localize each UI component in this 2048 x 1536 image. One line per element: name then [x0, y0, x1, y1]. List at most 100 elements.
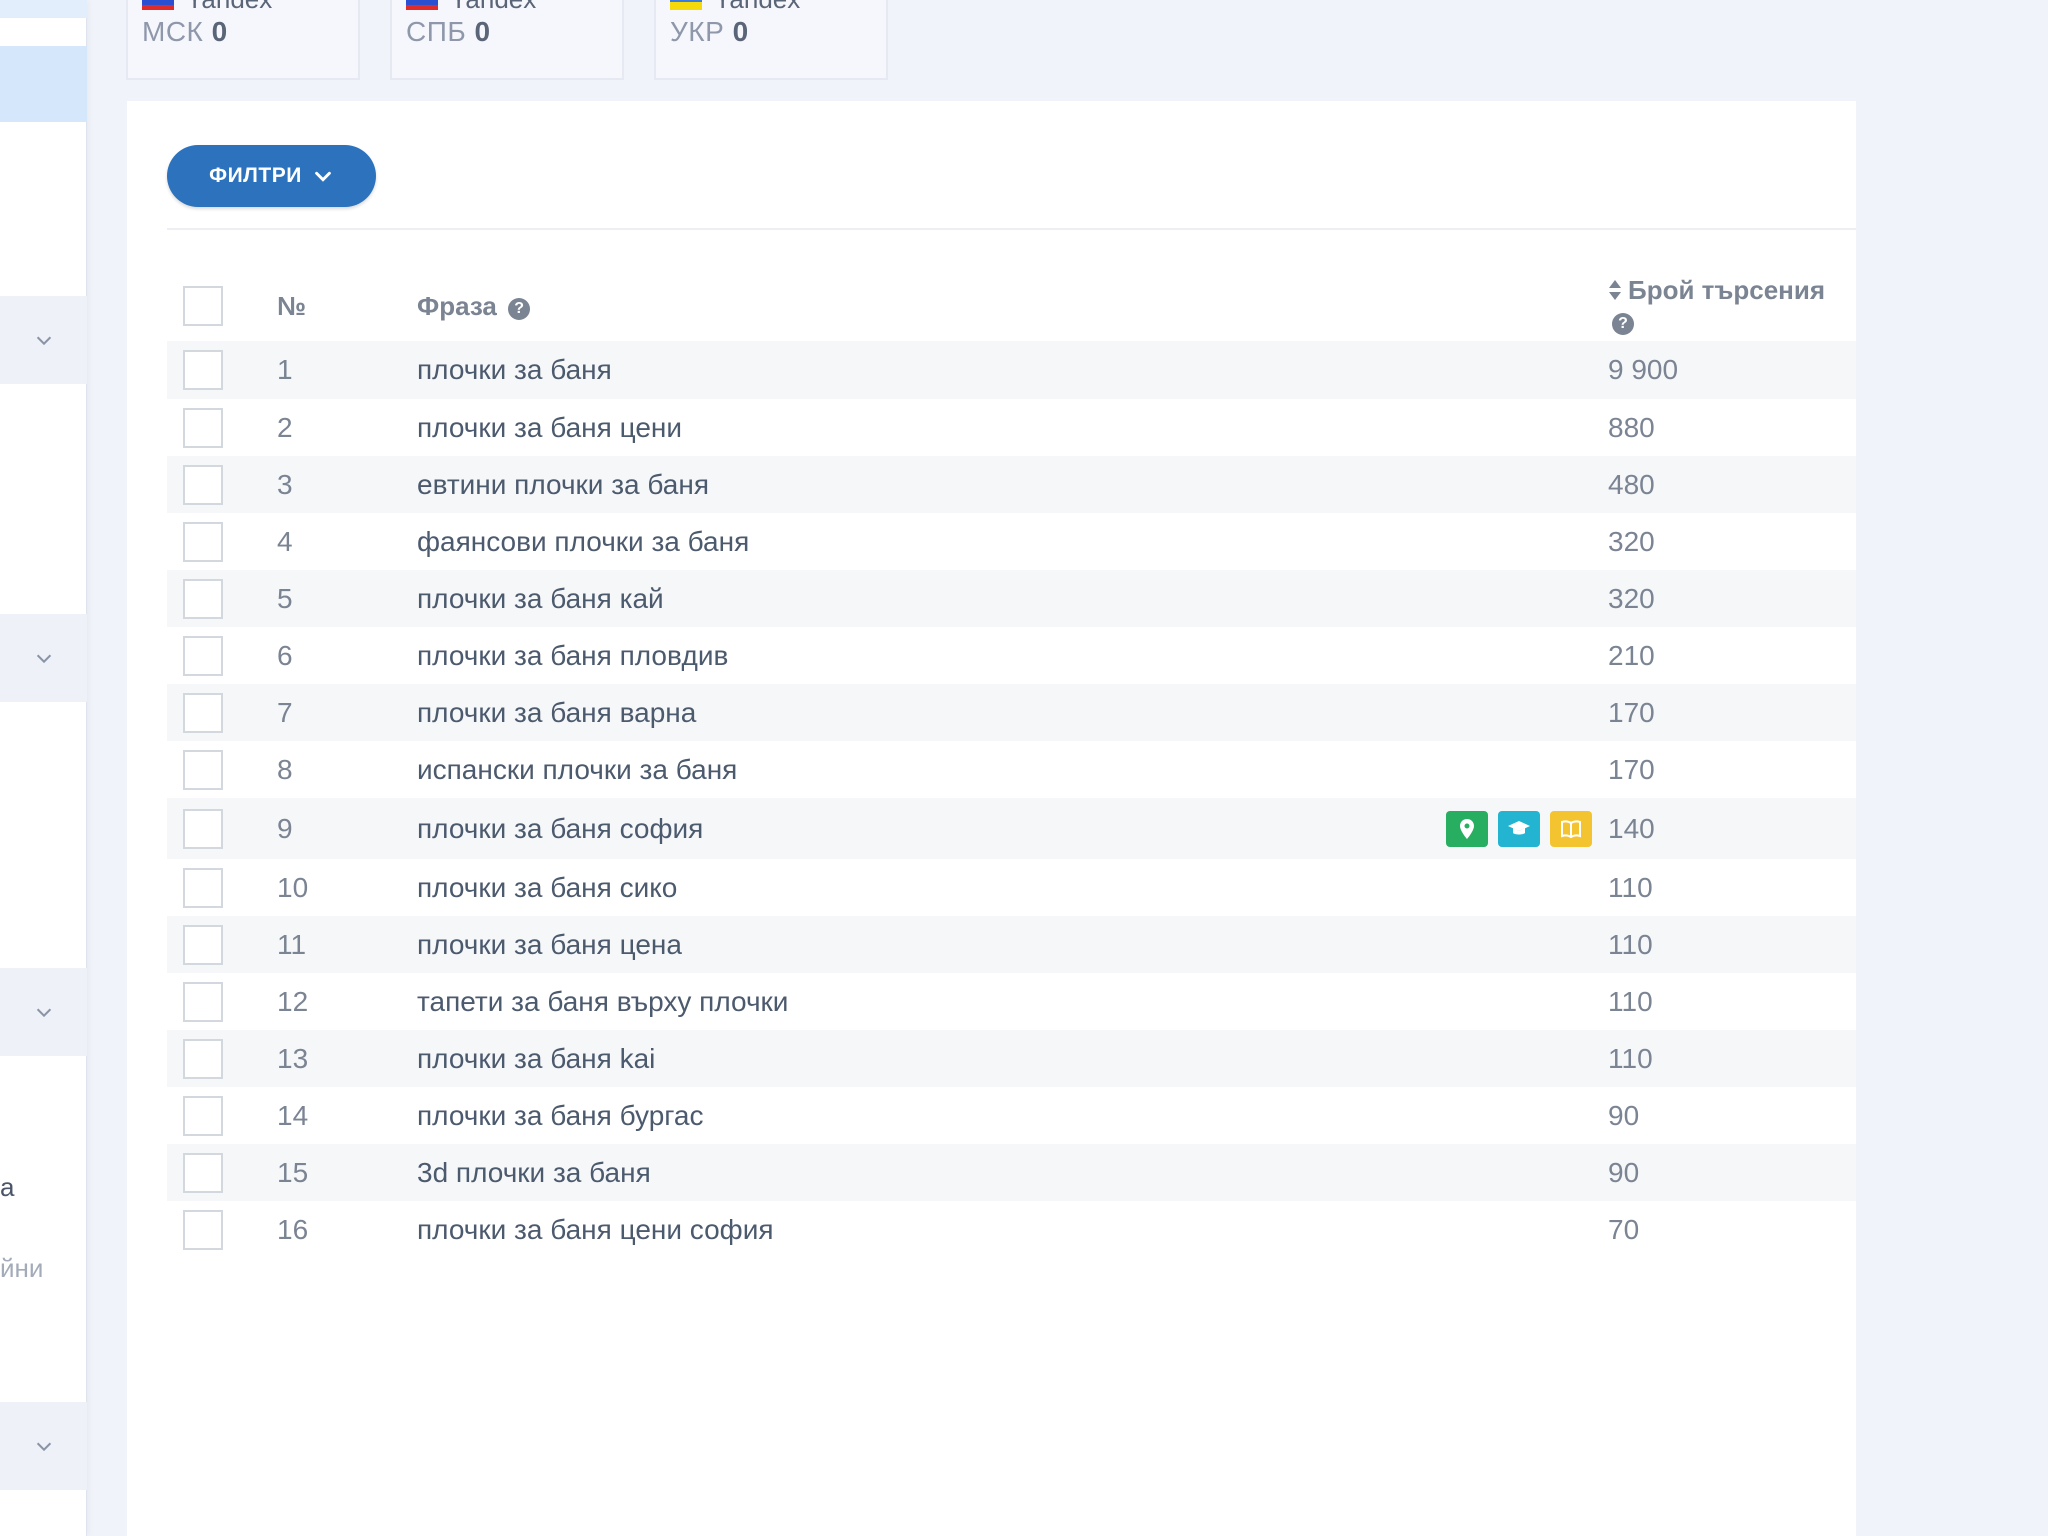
row-phrase[interactable]: испански плочки за баня — [417, 754, 1608, 786]
select-all-checkbox[interactable] — [183, 286, 223, 326]
table-row[interactable]: 11 плочки за баня цена 110 — [167, 916, 1856, 973]
sidebar-text-fragment[interactable]: а — [0, 1172, 14, 1203]
row-checkbox[interactable] — [183, 578, 223, 619]
row-phrase[interactable]: плочки за баня кай — [417, 583, 1608, 615]
row-phrase[interactable]: плочки за баня бургас — [417, 1100, 1608, 1132]
sidebar-item-active[interactable] — [0, 46, 87, 122]
sidebar-group-toggle-1[interactable] — [0, 296, 87, 384]
row-phrase-text: плочки за баня цени софия — [417, 1213, 774, 1245]
row-phrase[interactable]: плочки за баня цени софия — [417, 1214, 1608, 1246]
card-label: УКР 0 — [670, 16, 749, 47]
row-phrase[interactable]: плочки за баня варна — [417, 697, 1608, 729]
table-row[interactable]: 7 плочки за баня варна 170 — [167, 684, 1856, 741]
row-checkbox[interactable] — [183, 635, 223, 676]
row-phrase-text: плочки за баня варна — [417, 696, 697, 728]
row-search-count: 90 — [1608, 1156, 1640, 1188]
row-phrase[interactable]: плочки за баня пловдив — [417, 640, 1608, 672]
row-search-count: 480 — [1608, 468, 1655, 500]
row-checkbox[interactable] — [183, 464, 223, 505]
russia-flag-icon — [142, 0, 174, 10]
row-phrase-text: плочки за баня цени — [417, 411, 682, 443]
row-phrase-text: плочки за баня — [417, 354, 612, 385]
table-row[interactable]: 13 плочки за баня kai 110 — [167, 1030, 1856, 1087]
row-number: 3 — [277, 468, 293, 500]
card-label: СПБ 0 — [406, 16, 491, 47]
row-phrase[interactable]: плочки за баня — [417, 354, 1608, 386]
row-phrase[interactable]: плочки за баня kai — [417, 1043, 1608, 1075]
table-row[interactable]: 9 плочки за баня софия 140 — [167, 798, 1856, 859]
graduation-cap-icon[interactable] — [1498, 810, 1540, 847]
row-phrase[interactable]: фаянсови плочки за баня — [417, 526, 1608, 558]
row-phrase[interactable]: тапети за баня върху плочки — [417, 986, 1608, 1018]
row-checkbox[interactable] — [183, 981, 223, 1022]
row-checkbox[interactable] — [183, 1095, 223, 1136]
row-search-count: 110 — [1608, 928, 1653, 960]
row-phrase-text: фаянсови плочки за баня — [417, 525, 750, 557]
row-search-count: 170 — [1608, 696, 1655, 728]
row-phrase[interactable]: плочки за баня сико — [417, 872, 1608, 904]
table-row[interactable]: 4 фаянсови плочки за баня 320 — [167, 513, 1856, 570]
row-phrase[interactable]: плочки за баня софия — [417, 810, 1608, 847]
row-checkbox[interactable] — [183, 924, 223, 965]
sidebar-group-toggle-3[interactable] — [0, 968, 87, 1056]
chevron-down-icon — [36, 654, 51, 664]
table-row[interactable]: 14 плочки за баня бургас 90 — [167, 1087, 1856, 1144]
filters-button-label: ФИЛТРИ — [209, 164, 302, 187]
sidebar-text-fragment[interactable]: йни — [0, 1253, 43, 1284]
row-number: 10 — [277, 871, 309, 903]
row-number: 8 — [277, 753, 293, 785]
row-phrase[interactable]: евтини плочки за баня — [417, 469, 1608, 501]
row-phrase[interactable]: плочки за баня цена — [417, 929, 1608, 961]
map-pin-icon[interactable] — [1446, 810, 1488, 847]
table-row[interactable]: 8 испански плочки за баня 170 — [167, 741, 1856, 798]
row-checkbox[interactable] — [183, 1152, 223, 1193]
table-row[interactable]: 10 плочки за баня сико 110 — [167, 859, 1856, 916]
filters-button[interactable]: ФИЛТРИ — [167, 145, 376, 207]
row-search-count: 70 — [1608, 1213, 1640, 1245]
row-phrase[interactable]: плочки за баня цени — [417, 412, 1608, 444]
row-number: 12 — [277, 985, 309, 1017]
row-checkbox[interactable] — [183, 521, 223, 562]
column-header-count[interactable]: Брой търсения ? — [1608, 275, 1856, 337]
row-phrase-text: испански плочки за баня — [417, 753, 738, 785]
row-checkbox[interactable] — [183, 1209, 223, 1250]
row-number: 9 — [277, 812, 293, 844]
help-icon[interactable]: ? — [1612, 313, 1634, 335]
sidebar-group-toggle-4[interactable] — [0, 1402, 87, 1490]
row-checkbox[interactable] — [183, 867, 223, 908]
row-checkbox[interactable] — [183, 808, 223, 849]
region-card-ukr[interactable]: Yandex УКР 0 — [654, 0, 888, 80]
table-row[interactable]: 15 3d плочки за баня 90 — [167, 1144, 1856, 1201]
table-row[interactable]: 2 плочки за баня цени 880 — [167, 399, 1856, 456]
sidebar-item-top[interactable] — [0, 0, 87, 18]
row-checkbox[interactable] — [183, 407, 223, 448]
card-label: МСК 0 — [142, 16, 228, 47]
sidebar-group-toggle-2[interactable] — [0, 614, 87, 702]
table-row[interactable]: 5 плочки за баня кай 320 — [167, 570, 1856, 627]
row-search-count: 110 — [1608, 985, 1653, 1017]
help-icon[interactable]: ? — [508, 297, 531, 320]
sidebar: а йни — [0, 0, 87, 1536]
row-checkbox[interactable] — [183, 350, 223, 390]
book-icon[interactable] — [1550, 810, 1592, 847]
row-phrase-text: плочки за баня кай — [417, 582, 664, 614]
region-card-spb[interactable]: Yandex СПБ 0 — [390, 0, 624, 80]
table-row[interactable]: 1 плочки за баня 9 900 — [167, 341, 1856, 399]
row-number: 16 — [277, 1213, 309, 1245]
row-checkbox[interactable] — [183, 749, 223, 790]
row-checkbox[interactable] — [183, 692, 223, 733]
table-row[interactable]: 3 евтини плочки за баня 480 — [167, 456, 1856, 513]
row-phrase-text: плочки за баня бургас — [417, 1099, 704, 1131]
row-phrase-text: плочки за баня цена — [417, 928, 682, 960]
table-row[interactable]: 6 плочки за баня пловдив 210 — [167, 627, 1856, 684]
table-header: № Фраза ? Брой търсения ? — [167, 271, 1856, 341]
row-phrase-text: евтини плочки за баня — [417, 468, 709, 500]
row-checkbox[interactable] — [183, 1038, 223, 1079]
chevron-down-icon — [314, 171, 331, 182]
row-number: 5 — [277, 582, 293, 614]
row-phrase[interactable]: 3d плочки за баня — [417, 1157, 1608, 1189]
table-row[interactable]: 12 тапети за баня върху плочки 110 — [167, 973, 1856, 1030]
table-row[interactable]: 16 плочки за баня цени софия 70 — [167, 1201, 1856, 1258]
row-phrase-text: плочки за баня kai — [417, 1042, 656, 1074]
region-card-msk[interactable]: Yandex МСК 0 — [126, 0, 360, 80]
